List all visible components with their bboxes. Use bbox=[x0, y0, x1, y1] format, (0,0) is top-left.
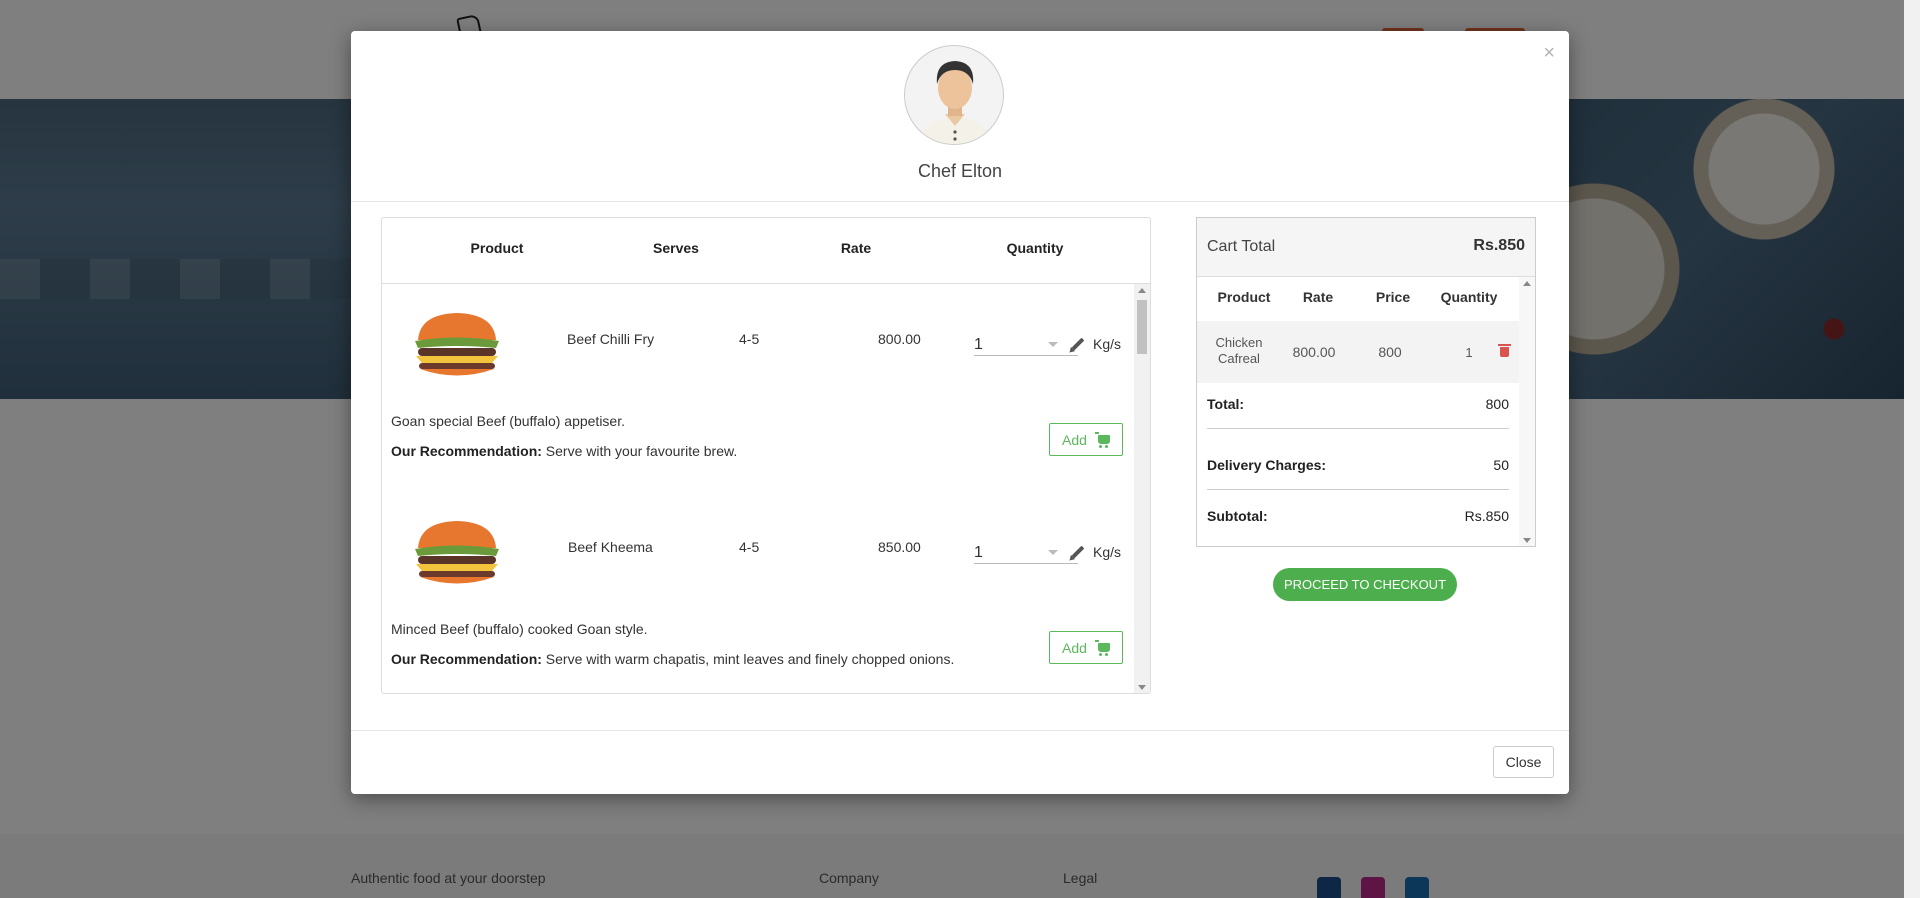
cart-title: Cart Total bbox=[1207, 238, 1276, 255]
cart-item-quantity: 1 bbox=[1465, 345, 1473, 360]
quantity-value: 1 bbox=[974, 544, 983, 561]
cart-table: Product Rate Price Quantity Chicken Cafre… bbox=[1197, 276, 1535, 546]
quantity-unit: Kg/s bbox=[1093, 336, 1122, 352]
divider bbox=[1207, 428, 1509, 429]
product-rate: 800.00 bbox=[878, 331, 921, 347]
cart-column-quantity: Quantity bbox=[1440, 289, 1498, 305]
product-description: Goan special Beef (buffalo) appetiser. bbox=[391, 413, 626, 429]
quantity-unit: Kg/s bbox=[1093, 544, 1122, 560]
column-header-rate: Rate bbox=[840, 240, 872, 256]
delivery-charges-value: 50 bbox=[1493, 457, 1509, 473]
cart-icon bbox=[1095, 640, 1110, 656]
cart-item-price: 800 bbox=[1378, 344, 1402, 360]
product-serves: 4-5 bbox=[739, 331, 760, 347]
product-list-scrollbar[interactable] bbox=[1134, 284, 1150, 693]
column-header-product: Product bbox=[470, 240, 524, 256]
column-header-quantity: Quantity bbox=[1006, 240, 1064, 256]
scroll-down-arrow-icon[interactable] bbox=[1138, 685, 1146, 690]
scroll-up-arrow-icon[interactable] bbox=[1523, 281, 1531, 286]
scroll-down-arrow-icon[interactable] bbox=[1523, 538, 1531, 543]
divider bbox=[1207, 489, 1509, 490]
product-list: Beef Chilli Fry 4-5 800.00 1 Kg/s Goan s… bbox=[382, 284, 1130, 693]
chevron-down-icon bbox=[1048, 342, 1058, 347]
page-scrollbar[interactable] bbox=[1904, 0, 1920, 898]
chef-avatar bbox=[904, 45, 1004, 145]
cart-item-rate: 800.00 bbox=[1292, 344, 1336, 360]
recommendation-text: Serve with your favourite brew. bbox=[545, 443, 738, 459]
delivery-charges-label: Delivery Charges: bbox=[1207, 457, 1327, 473]
chef-menu-modal: × Chef Elton Product Serves Rate Quantit… bbox=[351, 31, 1569, 794]
product-description: Minced Beef (buffalo) cooked Goan style. bbox=[391, 621, 648, 637]
add-to-cart-button[interactable]: Add bbox=[1049, 631, 1123, 664]
cart-scrollbar[interactable] bbox=[1519, 277, 1535, 546]
chevron-down-icon bbox=[1048, 550, 1058, 555]
close-icon[interactable]: × bbox=[1543, 43, 1555, 63]
quantity-value: 1 bbox=[974, 336, 983, 353]
product-item: Beef Chilli Fry 4-5 800.00 1 Kg/s Goan s… bbox=[382, 284, 1130, 492]
modal-footer-divider bbox=[351, 730, 1569, 731]
burger-icon bbox=[415, 521, 499, 584]
total-value: 800 bbox=[1485, 396, 1509, 412]
cart-row: Chicken Cafreal 800.00 800 1 bbox=[1197, 321, 1519, 383]
cart-column-product: Product bbox=[1217, 289, 1271, 305]
add-button-label: Add bbox=[1062, 639, 1087, 656]
product-recommendation: Our Recommendation: Serve with your favo… bbox=[391, 443, 737, 459]
trash-icon[interactable] bbox=[1498, 344, 1511, 357]
close-button[interactable]: Close bbox=[1493, 746, 1554, 778]
recommendation-text: Serve with warm chapatis, mint leaves an… bbox=[545, 651, 955, 667]
add-to-cart-button[interactable]: Add bbox=[1049, 423, 1123, 456]
column-header-serves: Serves bbox=[653, 240, 699, 256]
product-name: Beef Chilli Fry bbox=[567, 331, 655, 347]
quantity-select[interactable]: 1 bbox=[974, 334, 1078, 356]
cart-item-name-line2: Cafreal bbox=[1218, 351, 1260, 366]
modal-divider bbox=[351, 201, 1569, 202]
burger-icon bbox=[415, 313, 499, 376]
cart-column-rate: Rate bbox=[1302, 289, 1334, 305]
scrollbar-thumb[interactable] bbox=[1137, 300, 1147, 354]
recommendation-label: Our Recommendation: bbox=[391, 443, 542, 459]
product-table-header: Product Serves Rate Quantity bbox=[382, 218, 1150, 284]
subtotal-value: Rs.850 bbox=[1464, 508, 1509, 524]
total-label: Total: bbox=[1207, 396, 1245, 412]
add-button-label: Add bbox=[1062, 431, 1087, 448]
cart-total-amount: Rs.850 bbox=[1473, 237, 1525, 254]
cart-item-name-line1: Chicken bbox=[1215, 335, 1263, 350]
product-table: Product Serves Rate Quantity Beef Chilli… bbox=[381, 217, 1151, 694]
cart-icon bbox=[1095, 432, 1110, 448]
product-item: Beef Kheema 4-5 850.00 1 Kg/s Minced Bee… bbox=[382, 492, 1130, 693]
recommendation-label: Our Recommendation: bbox=[391, 651, 542, 667]
product-name: Beef Kheema bbox=[568, 539, 653, 555]
cart-item-name: Chicken Cafreal bbox=[1216, 335, 1263, 367]
product-serves: 4-5 bbox=[739, 539, 760, 555]
scroll-up-arrow-icon[interactable] bbox=[1138, 288, 1146, 293]
quantity-select[interactable]: 1 bbox=[974, 542, 1078, 564]
product-recommendation: Our Recommendation: Serve with warm chap… bbox=[391, 651, 954, 667]
product-rate: 850.00 bbox=[878, 539, 921, 555]
subtotal-label: Subtotal: bbox=[1207, 508, 1268, 524]
chef-name: Chef Elton bbox=[917, 161, 1003, 181]
cart-column-price: Price bbox=[1375, 289, 1411, 305]
cart-panel: Cart Total Rs.850 Product Rate Price Qua… bbox=[1196, 217, 1536, 547]
proceed-to-checkout-button[interactable]: PROCEED TO CHECKOUT bbox=[1273, 568, 1457, 601]
